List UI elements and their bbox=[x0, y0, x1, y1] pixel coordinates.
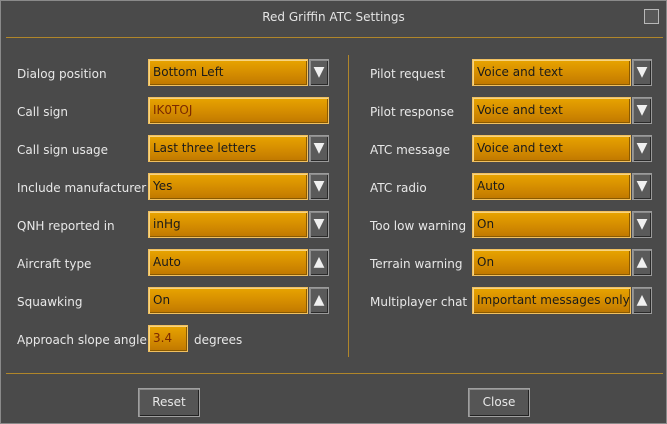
approach-slope-angle-label: Approach slope angle bbox=[17, 333, 147, 347]
terrain-warning-dropdown-icon[interactable]: ▲ bbox=[632, 249, 652, 276]
call-sign-label: Call sign bbox=[17, 105, 69, 119]
too-low-warning-label: Too low warning bbox=[370, 219, 467, 233]
include-manufacturer-dropdown-icon[interactable]: ▼ bbox=[309, 173, 329, 200]
qnh-reported-in-dropdown-icon[interactable]: ▼ bbox=[309, 211, 329, 238]
aircraft-type-select[interactable]: Auto bbox=[148, 249, 308, 276]
qnh-reported-in-select[interactable]: inHg bbox=[148, 211, 308, 238]
too-low-warning-dropdown-icon[interactable]: ▼ bbox=[632, 211, 652, 238]
include-manufacturer-label: Include manufacturer bbox=[17, 181, 147, 195]
reset-button[interactable]: Reset bbox=[138, 388, 200, 417]
bottom-separator bbox=[6, 373, 663, 374]
squawking-select[interactable]: On bbox=[148, 287, 308, 314]
multiplayer-chat-dropdown-icon[interactable]: ▲ bbox=[632, 287, 652, 314]
close-box-icon[interactable] bbox=[644, 9, 659, 24]
pilot-response-dropdown-icon[interactable]: ▼ bbox=[632, 97, 652, 124]
atc-radio-select[interactable]: Auto bbox=[472, 173, 631, 200]
pilot-response-select[interactable]: Voice and text bbox=[472, 97, 631, 124]
close-button[interactable]: Close bbox=[468, 388, 530, 417]
approach-slope-angle-unit: degrees bbox=[194, 333, 243, 347]
pilot-response-label: Pilot response bbox=[370, 105, 455, 119]
atc-message-select[interactable]: Voice and text bbox=[472, 135, 631, 162]
squawking-dropdown-icon[interactable]: ▲ bbox=[309, 287, 329, 314]
terrain-warning-label: Terrain warning bbox=[370, 257, 463, 271]
dialog-position-select[interactable]: Bottom Left bbox=[148, 59, 308, 86]
multiplayer-chat-select[interactable]: Important messages only bbox=[472, 287, 631, 314]
qnh-reported-in-label: QNH reported in bbox=[17, 219, 115, 233]
too-low-warning-select[interactable]: On bbox=[472, 211, 631, 238]
aircraft-type-label: Aircraft type bbox=[17, 257, 92, 271]
atc-settings-dialog: Red Griffin ATC Settings Dialog position… bbox=[0, 0, 667, 424]
call-sign-usage-select[interactable]: Last three letters bbox=[148, 135, 308, 162]
dialog-title: Red Griffin ATC Settings bbox=[262, 10, 405, 24]
title-bar[interactable]: Red Griffin ATC Settings bbox=[1, 1, 666, 35]
atc-message-label: ATC message bbox=[370, 143, 451, 157]
pilot-request-select[interactable]: Voice and text bbox=[472, 59, 631, 86]
call-sign-usage-label: Call sign usage bbox=[17, 143, 109, 157]
terrain-warning-select[interactable]: On bbox=[472, 249, 631, 276]
squawking-label: Squawking bbox=[17, 295, 83, 309]
multiplayer-chat-label: Multiplayer chat bbox=[370, 295, 468, 309]
atc-radio-dropdown-icon[interactable]: ▼ bbox=[632, 173, 652, 200]
atc-message-dropdown-icon[interactable]: ▼ bbox=[632, 135, 652, 162]
include-manufacturer-select[interactable]: Yes bbox=[148, 173, 308, 200]
pilot-request-dropdown-icon[interactable]: ▼ bbox=[632, 59, 652, 86]
pilot-request-label: Pilot request bbox=[370, 67, 446, 81]
aircraft-type-dropdown-icon[interactable]: ▲ bbox=[309, 249, 329, 276]
dialog-position-dropdown-icon[interactable]: ▼ bbox=[309, 59, 329, 86]
top-separator bbox=[6, 37, 663, 38]
approach-slope-angle-input[interactable]: 3.4 bbox=[148, 325, 188, 352]
column-separator bbox=[348, 55, 349, 357]
dialog-position-label: Dialog position bbox=[17, 67, 107, 81]
call-sign-usage-dropdown-icon[interactable]: ▼ bbox=[309, 135, 329, 162]
atc-radio-label: ATC radio bbox=[370, 181, 427, 195]
call-sign-input[interactable]: IK0TOJ bbox=[148, 97, 329, 124]
